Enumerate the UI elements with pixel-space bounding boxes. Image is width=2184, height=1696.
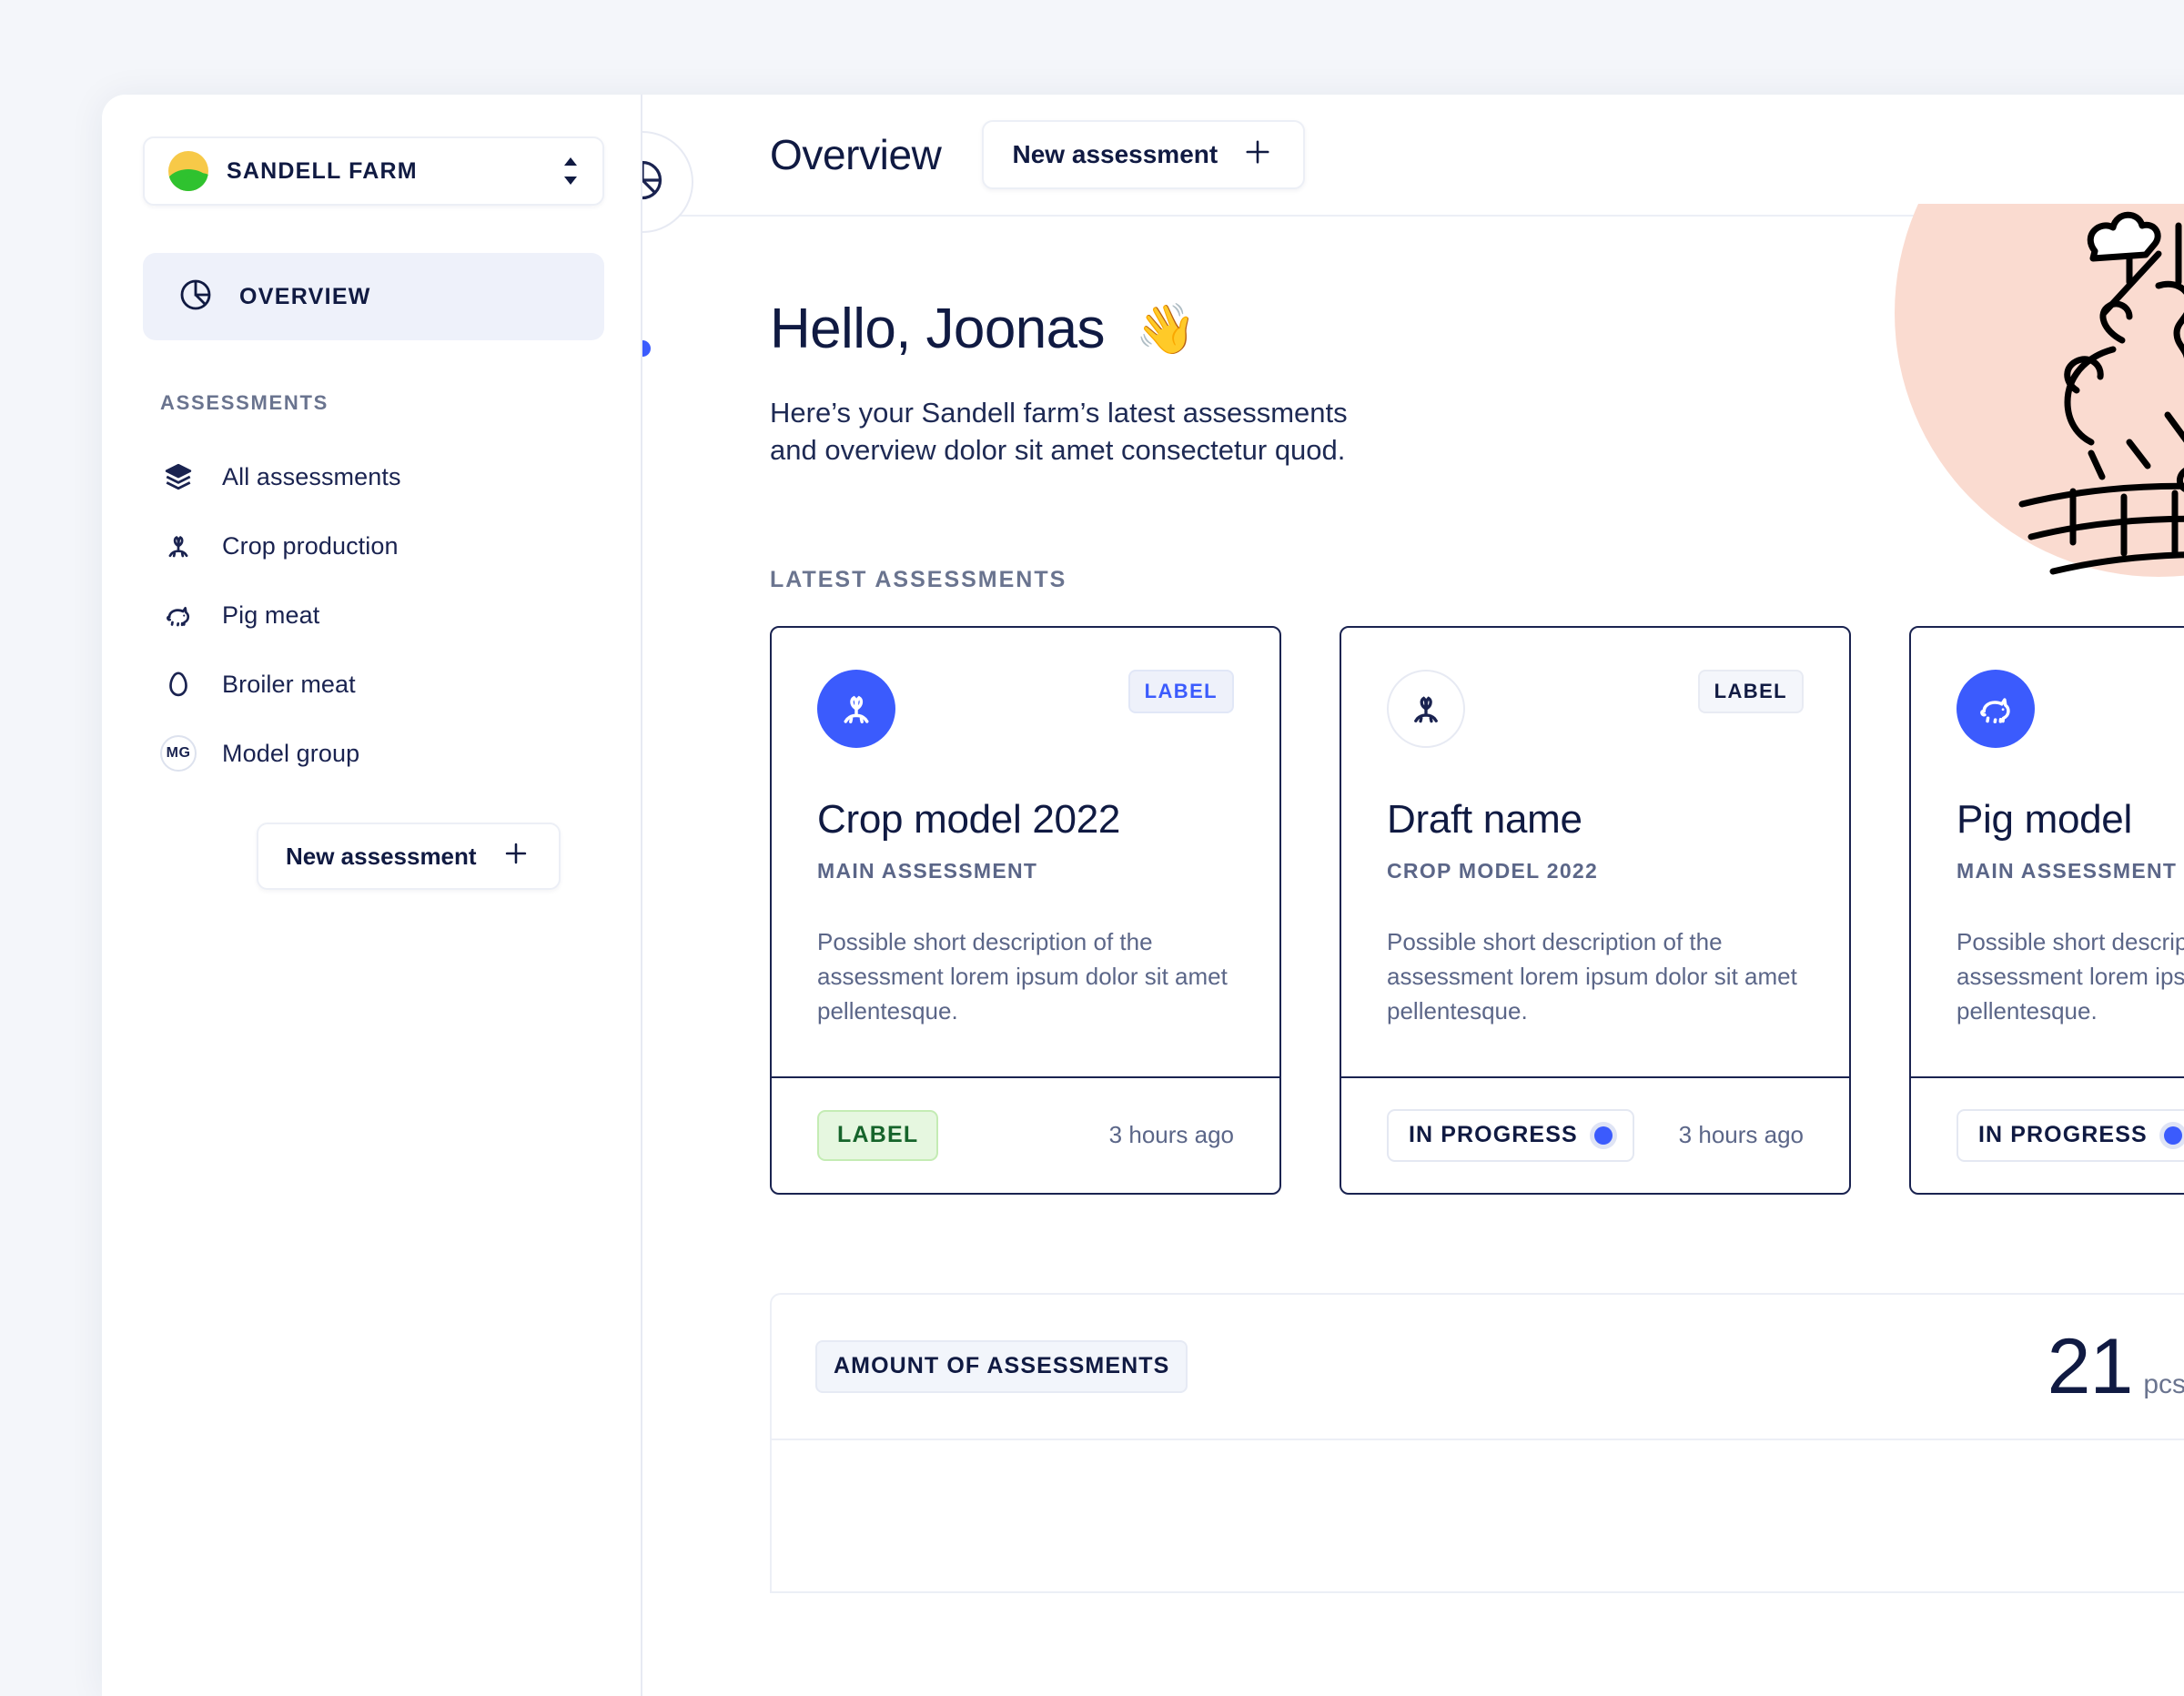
sidebar: SANDELL FARM OVERVIEW ASSESSMENTS All as…	[102, 95, 642, 1696]
card-description: Possible short description of the assess…	[1956, 928, 2184, 1025]
sprout-icon	[1387, 670, 1465, 749]
sidebar-item-label: Pig meat	[222, 601, 320, 629]
app-window: SANDELL FARM OVERVIEW ASSESSMENTS All as…	[102, 95, 2184, 1696]
sidebar-item-broiler-meat[interactable]: Broiler meat	[102, 650, 641, 719]
card-title: Crop model 2022	[817, 797, 1121, 843]
stat-unit: pcs	[2143, 1368, 2184, 1399]
status-badge: LABEL	[817, 1109, 939, 1161]
sidebar-item-label: Broiler meat	[222, 670, 356, 698]
card-subtitle: MAIN ASSESSMENT	[1956, 859, 2178, 883]
card-footer: LABEL 3 hours ago	[772, 1075, 1279, 1193]
chevron-updown-icon[interactable]	[561, 156, 581, 187]
content-area: Hello, Joonas 👋 Here’s your Sandell farm…	[642, 297, 2184, 1593]
card-description: Possible short description of the assess…	[817, 928, 1228, 1025]
status-dot-icon	[2163, 1126, 2182, 1145]
sidebar-item-all-assessments[interactable]: All assessments	[102, 442, 641, 511]
sidebar-item-model-group[interactable]: MG Model group	[102, 719, 641, 788]
card-subtitle: CROP MODEL 2022	[1387, 859, 1599, 883]
card-chip-label: LABEL	[1697, 670, 1804, 714]
farm-switcher[interactable]: SANDELL FARM	[143, 136, 604, 206]
card-subtitle: MAIN ASSESSMENT	[817, 859, 1038, 883]
latest-assessments-label: LATEST ASSESSMENTS	[770, 567, 1067, 593]
amount-of-assessments-value: 21 pcs	[2048, 1328, 2184, 1406]
stats-panel: AMOUNT OF ASSESSMENTS 21 pcs	[770, 1292, 2184, 1593]
plus-icon	[500, 838, 531, 875]
card-body: LABEL Pig model MAIN ASSESSMENT Possible…	[1911, 628, 2184, 1075]
sidebar-item-label: Crop production	[222, 531, 399, 560]
greeting-subtitle-line2: and overview dolor sit amet consectetur …	[770, 434, 1346, 467]
card-body: LABEL Draft name CROP MODEL 2022 Possibl…	[1341, 628, 1849, 1075]
amount-of-assessments-chip: AMOUNT OF ASSESSMENTS	[815, 1339, 1188, 1393]
assessment-card[interactable]: LABEL Crop model 2022 MAIN ASSESSMENT Po…	[770, 626, 1281, 1195]
card-timestamp: 3 hours ago	[1678, 1121, 1804, 1148]
sidebar-nav-list: All assessments Crop production Pig meat…	[102, 442, 641, 788]
status-dot-icon	[1593, 1126, 1613, 1145]
card-title: Draft name	[1387, 797, 1582, 843]
card-top: LABEL	[1956, 670, 2184, 749]
card-footer: IN PROGRESS 3 hours ago	[1911, 1075, 2184, 1193]
stats-row-amount: AMOUNT OF ASSESSMENTS 21 pcs	[772, 1295, 2184, 1440]
greeting-subtitle: Here’s your Sandell farm’s latest assess…	[770, 394, 1498, 469]
greeting-subtitle-line1: Here’s your Sandell farm’s latest assess…	[770, 397, 1348, 429]
card-top: LABEL	[817, 670, 1234, 749]
page-title: Overview	[770, 131, 942, 178]
card-description: Possible short description of the assess…	[1387, 928, 1797, 1025]
waving-hand-icon: 👋	[1135, 301, 1198, 357]
assessment-cards: LABEL Crop model 2022 MAIN ASSESSMENT Po…	[770, 626, 2184, 1195]
sidebar-item-label: Model group	[222, 739, 360, 767]
sidebar-item-overview[interactable]: OVERVIEW	[143, 253, 604, 340]
pie-chart-icon	[177, 277, 214, 318]
card-title: Pig model	[1956, 797, 2132, 843]
card-top: LABEL	[1387, 670, 1804, 749]
sidebar-item-pig-meat[interactable]: Pig meat	[102, 580, 641, 650]
sprout-icon	[817, 670, 895, 749]
header-new-assessment-button[interactable]: New assessment	[981, 120, 1306, 189]
farm-logo-icon	[168, 151, 208, 191]
pig-icon	[1956, 670, 2035, 749]
card-body: LABEL Crop model 2022 MAIN ASSESSMENT Po…	[772, 628, 1279, 1075]
card-chip-label: LABEL	[1127, 670, 1234, 714]
farm-name: SANDELL FARM	[227, 157, 418, 184]
sidebar-item-label: All assessments	[222, 462, 401, 490]
header-new-assessment-label: New assessment	[1012, 140, 1218, 168]
status-badge: IN PROGRESS	[1387, 1108, 1634, 1162]
mg-initials-icon: MG	[160, 735, 197, 772]
greeting-row: Hello, Joonas 👋	[770, 297, 2184, 361]
sidebar-new-assessment-button[interactable]: New assessment	[257, 823, 561, 890]
layers-icon	[160, 459, 197, 495]
pig-icon	[160, 597, 197, 633]
assessment-card[interactable]: LABEL Pig model MAIN ASSESSMENT Possible…	[1909, 626, 2184, 1195]
stat-number: 21	[2047, 1322, 2134, 1410]
assessment-card[interactable]: LABEL Draft name CROP MODEL 2022 Possibl…	[1340, 626, 1851, 1195]
status-badge-text: IN PROGRESS	[1409, 1122, 1578, 1147]
greeting-title: Hello, Joonas	[770, 298, 1105, 360]
status-badge-text: IN PROGRESS	[1978, 1122, 2148, 1147]
card-timestamp: 3 hours ago	[1108, 1121, 1234, 1148]
mg-initials-text: MG	[160, 735, 197, 772]
sidebar-item-overview-label: OVERVIEW	[239, 283, 371, 309]
main-header: Overview New assessment	[642, 95, 2184, 217]
egg-icon	[160, 666, 197, 702]
plus-icon	[1241, 136, 1274, 175]
main-content: Overview New assessment Hello, Joonas 👋 …	[642, 95, 2184, 1696]
sidebar-section-assessments: ASSESSMENTS	[160, 391, 329, 414]
sidebar-item-crop-production[interactable]: Crop production	[102, 511, 641, 580]
sprout-icon	[160, 528, 197, 564]
sidebar-new-assessment-label: New assessment	[286, 842, 477, 870]
pie-chart-icon	[642, 156, 666, 208]
status-badge: IN PROGRESS	[1956, 1108, 2184, 1162]
card-footer: IN PROGRESS 3 hours ago	[1341, 1075, 1849, 1193]
